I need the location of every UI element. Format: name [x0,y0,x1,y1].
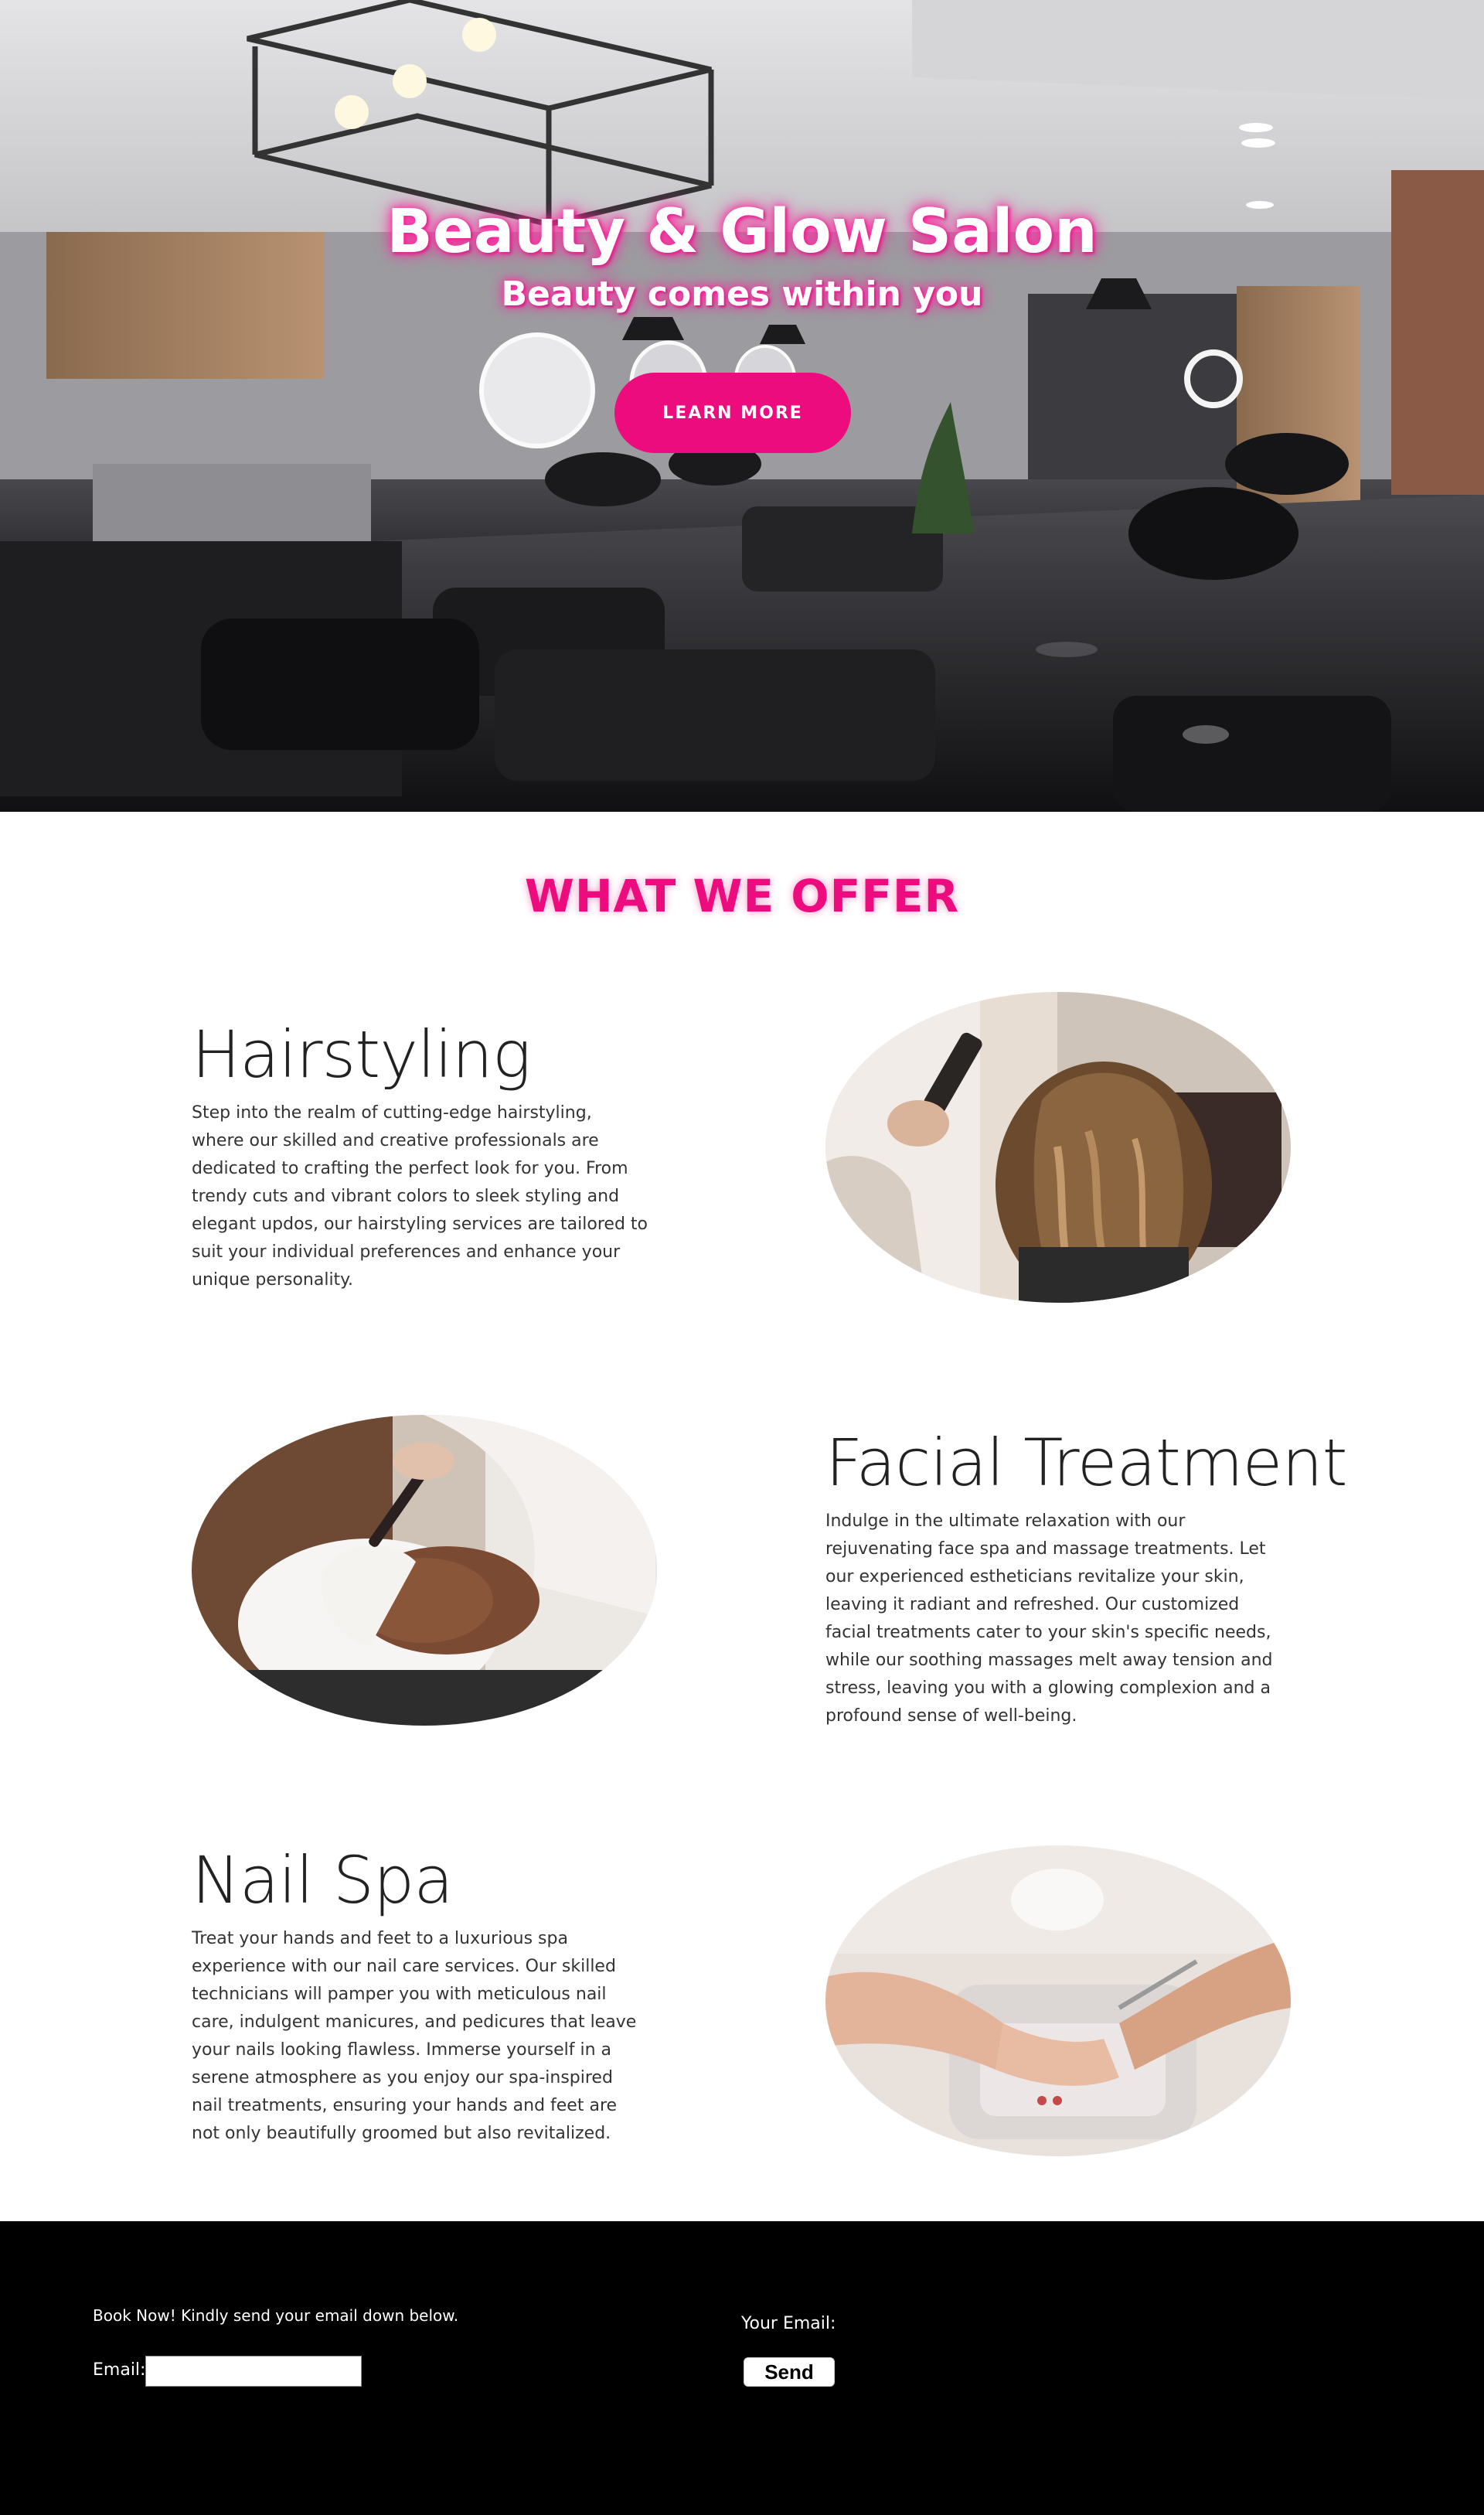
service-title-hairstyling: Hairstyling [192,1017,531,1092]
email-label: Email: [93,2360,146,2380]
hero-subtitle: Beauty comes within you [501,274,983,314]
hero-section: Beauty & Glow Salon Beauty comes within … [0,0,1484,812]
email-field[interactable] [145,2356,362,2387]
service-text-nail-spa: Treat your hands and feet to a luxurious… [192,1929,637,2143]
offer-heading: WHAT WE OFFER [524,870,960,922]
hero-title: Beauty & Glow Salon [386,197,1098,267]
send-button[interactable]: Send [744,2357,835,2387]
booking-footer: Book Now! Kindly send your email down be… [0,2221,1484,2515]
service-text-facial-treatment: Indulge in the ultimate relaxation with … [825,1511,1273,1726]
service-text-hairstyling: Step into the realm of cutting-edge hair… [192,1103,648,1290]
learn-more-button[interactable]: LEARN MORE [614,373,851,453]
service-title-nail-spa: Nail Spa [192,1842,454,1918]
your-email-label: Your Email: [741,2314,836,2333]
nail-spa-image [825,1845,1291,2156]
service-title-facial-treatment: Facial Treatment [825,1425,1348,1501]
booking-prompt: Book Now! Kindly send your email down be… [93,2306,459,2325]
facial-treatment-image [192,1415,657,1726]
hairstyling-image [825,992,1291,1303]
